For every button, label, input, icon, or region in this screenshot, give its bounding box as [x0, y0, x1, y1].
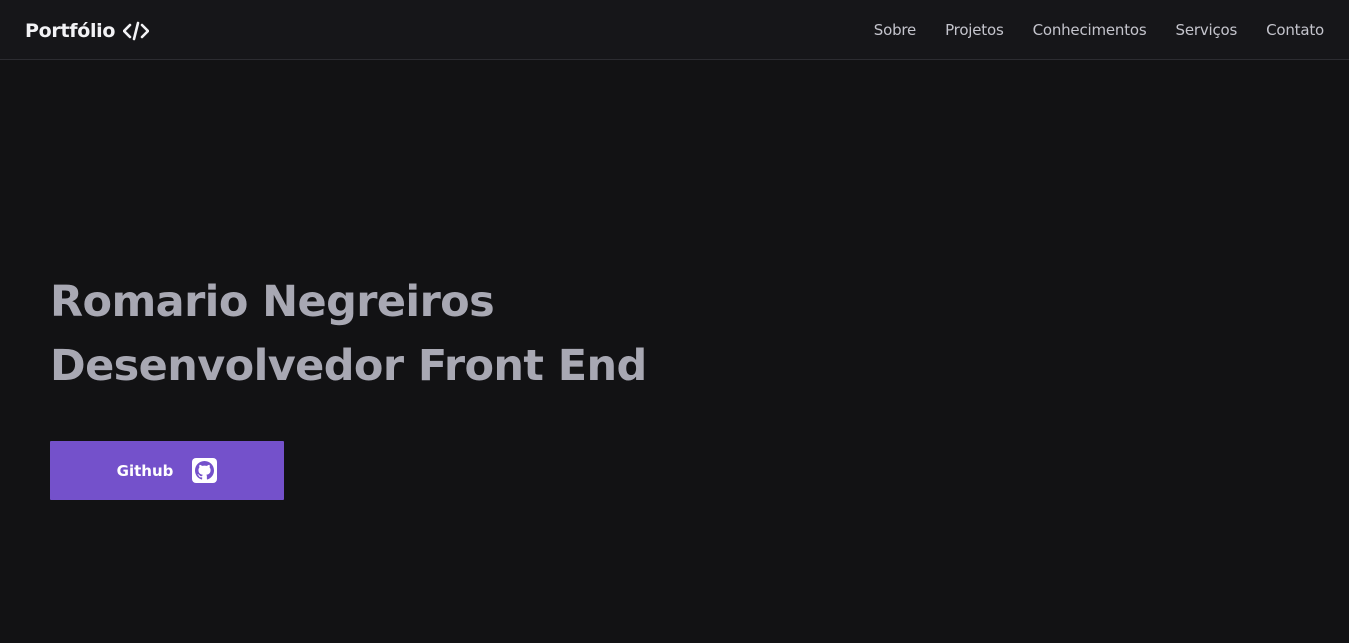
github-button-label: Github	[116, 461, 174, 480]
nav-link-conhecimentos[interactable]: Conhecimentos	[1033, 20, 1147, 40]
brand-logo[interactable]: Portfólio	[25, 19, 150, 43]
top-navbar: Portfólio Sobre Projetos Conhecimentos S…	[0, 0, 1349, 60]
nav-link-contato[interactable]: Contato	[1266, 20, 1324, 40]
hero-name: Romario Negreiros	[50, 277, 495, 327]
nav-link-sobre[interactable]: Sobre	[874, 20, 916, 40]
hero-role: Desenvolvedor Front End	[50, 341, 647, 391]
github-button[interactable]: Github	[50, 441, 284, 500]
code-brackets-icon	[123, 21, 150, 41]
brand-name: Portfólio	[25, 20, 116, 42]
nav-link-projetos[interactable]: Projetos	[945, 20, 1004, 40]
main-nav: Sobre Projetos Conhecimentos Serviços Co…	[874, 20, 1324, 40]
hero-title: Romario Negreiros Desenvolvedor Front En…	[50, 270, 647, 398]
github-icon	[192, 458, 218, 483]
nav-link-servicos[interactable]: Serviços	[1176, 20, 1238, 40]
